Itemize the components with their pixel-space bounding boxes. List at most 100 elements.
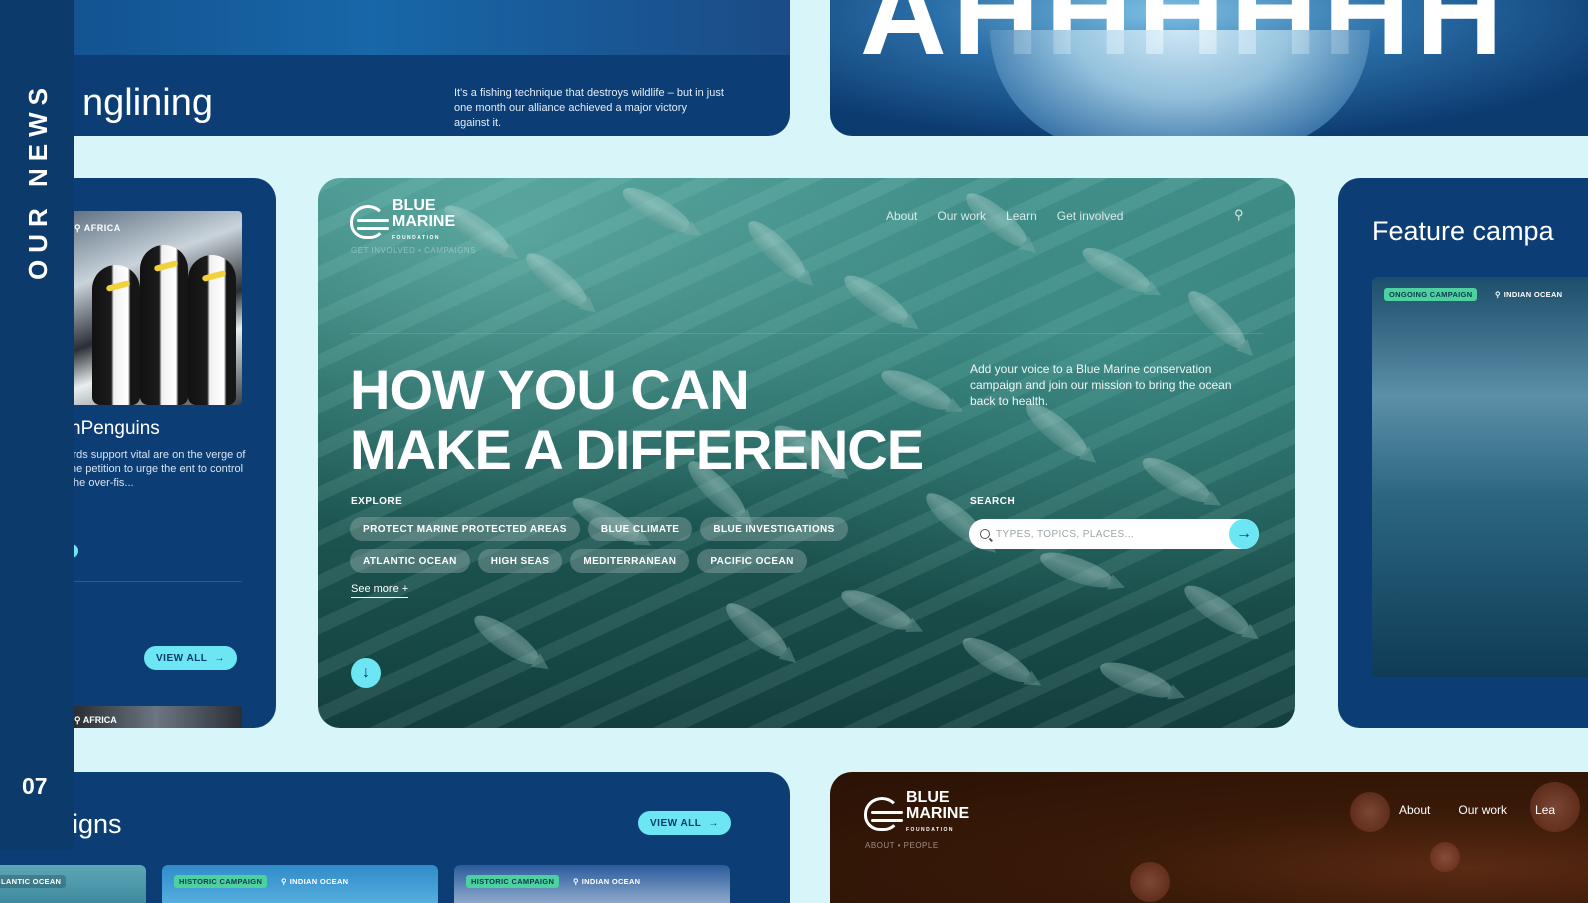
headline-line2: MAKE A DIFFERENCE — [350, 418, 924, 481]
chip-protect-mpas[interactable]: PROTECT MARINE PROTECTED AREAS — [350, 517, 580, 541]
card-heading: nglining — [82, 82, 213, 124]
arrow-right-icon: → — [708, 817, 719, 829]
headline-line1: HOW YOU CAN — [350, 358, 750, 421]
see-more-link[interactable]: See more + — [351, 583, 409, 598]
location-badge: LANTIC OCEAN — [0, 875, 67, 888]
chip-pacific-ocean[interactable]: PACIFIC OCEAN — [697, 549, 807, 573]
section-title: OUR NEWS — [23, 81, 53, 280]
nav-about[interactable]: About — [886, 209, 917, 223]
location-tag: ⚲ AFRICA — [74, 715, 117, 726]
location-badge-label: INDIAN OCEAN — [289, 877, 349, 886]
view-all-label: VIEW ALL — [156, 652, 208, 664]
penguin-figure — [92, 265, 140, 405]
blue-marine-logo[interactable]: BLUE MARINE FOUNDATION — [864, 790, 969, 838]
nav-our-work[interactable]: Our work — [937, 209, 986, 223]
chip-high-seas[interactable]: HIGH SEAS — [477, 549, 563, 573]
chip-atlantic-ocean[interactable]: ATLANTIC OCEAN — [350, 549, 470, 573]
ocean-image[interactable] — [1372, 277, 1588, 677]
page-number: 07 — [22, 773, 48, 799]
search-icon — [980, 529, 990, 539]
logo-wave-icon — [350, 205, 389, 239]
logo-line1: BLUE — [906, 789, 950, 806]
location-tag-label: AFRICA — [83, 223, 121, 233]
penguin-figure — [188, 255, 236, 405]
search-bar: → — [969, 519, 1259, 549]
location-pin-icon: ⚲ — [1495, 290, 1501, 299]
campaigns-list-card: igns VIEW ALL → LANTIC OCEAN HISTORIC CA… — [0, 772, 790, 903]
location-badge-label: INDIAN OCEAN — [1503, 290, 1563, 299]
penguins-photo — [70, 211, 242, 405]
status-badge: ONGOING CAMPAIGN — [1384, 288, 1478, 301]
divider — [350, 333, 1263, 334]
status-badge: HISTORIC CAMPAIGN — [174, 875, 268, 888]
search-icon[interactable]: ⚲ — [1234, 207, 1244, 223]
side-rail: OUR NEWS 07 — [0, 0, 74, 850]
breadcrumb[interactable]: ABOUT • PEOPLE — [865, 841, 939, 850]
logo-subtitle: FOUNDATION — [906, 827, 954, 833]
location-tag: ⚲ AFRICA — [74, 223, 121, 234]
location-pin-icon: ⚲ — [573, 877, 579, 886]
penguin-figure — [140, 245, 188, 405]
nav-our-work[interactable]: Our work — [1458, 803, 1507, 817]
logo-line1: BLUE — [392, 197, 436, 214]
main-nav: About Our work Lea — [1399, 803, 1555, 817]
coral-decoration — [1430, 842, 1460, 872]
location-badge: ⚲ INDIAN OCEAN — [1490, 288, 1567, 301]
intro-text: Add your voice to a Blue Marine conserva… — [970, 362, 1232, 408]
scroll-down-button[interactable]: ↓ — [351, 658, 381, 688]
topic-chips: PROTECT MARINE PROTECTED AREAS BLUE CLIM… — [350, 517, 950, 573]
blue-marine-logo[interactable]: BLUE MARINE FOUNDATION — [350, 198, 455, 246]
breadcrumb[interactable]: GET INVOLVED • CAMPAIGNS — [351, 246, 476, 255]
campaign-thumbnail[interactable]: HISTORIC CAMPAIGN ⚲ INDIAN OCEAN — [162, 865, 438, 903]
logo-wave-icon — [864, 797, 903, 831]
card-excerpt: irds support vital are on the verge of n… — [70, 449, 246, 489]
view-all-label: VIEW ALL — [650, 817, 702, 829]
logo-wordmark: BLUE MARINE FOUNDATION — [906, 790, 969, 838]
location-badge: ⚲ INDIAN OCEAN — [568, 875, 645, 888]
location-pin-icon: ⚲ — [281, 877, 287, 886]
card-title: nPenguins — [70, 418, 160, 439]
location-badge: ⚲ INDIAN OCEAN — [276, 875, 353, 888]
shark-image — [990, 30, 1370, 136]
view-all-button[interactable]: VIEW ALL → — [144, 646, 237, 670]
logo-line2: MARINE — [392, 213, 456, 230]
card-title: Feature campa — [1372, 216, 1554, 246]
nav-learn[interactable]: Lea — [1535, 803, 1555, 817]
main-nav: About Our work Learn Get involved — [886, 209, 1123, 223]
location-tag-label: AFRICA — [82, 715, 117, 725]
coral-decoration — [1350, 792, 1390, 832]
nav-get-involved[interactable]: Get involved — [1057, 209, 1124, 223]
location-badge-label: INDIAN OCEAN — [581, 877, 641, 886]
longlining-news-card[interactable]: nglining It's a fishing technique that d… — [30, 0, 790, 136]
nav-learn[interactable]: Learn — [1006, 209, 1037, 223]
logo-wordmark: BLUE MARINE FOUNDATION — [392, 198, 455, 246]
logo-subtitle: FOUNDATION — [392, 235, 440, 241]
location-pin-icon: ⚲ — [74, 715, 81, 725]
arrow-right-icon: → — [1236, 525, 1252, 542]
explore-label: EXPLORE — [351, 496, 403, 507]
campaigns-hero: BLUE MARINE FOUNDATION GET INVOLVED • CA… — [318, 178, 1295, 728]
status-badge: HISTORIC CAMPAIGN — [466, 875, 560, 888]
people-page-card: BLUE MARINE FOUNDATION ABOUT • PEOPLE Ab… — [830, 772, 1588, 903]
divider — [70, 581, 242, 582]
arrow-down-icon: ↓ — [362, 664, 370, 681]
location-pin-icon: ⚲ — [74, 223, 82, 233]
view-all-button[interactable]: VIEW ALL → — [638, 811, 731, 835]
search-submit-button[interactable]: → — [1229, 519, 1259, 549]
coral-decoration — [1130, 862, 1170, 902]
search-input[interactable] — [996, 528, 1216, 540]
nav-about[interactable]: About — [1399, 803, 1430, 817]
card-title: igns — [72, 809, 122, 839]
search-label: SEARCH — [970, 496, 1016, 507]
logo-line2: MARINE — [906, 805, 970, 822]
feature-campaigns-card[interactable]: Feature campa ONGOING CAMPAIGN ⚲ INDIAN … — [1338, 178, 1588, 728]
arrow-right-icon: → — [214, 652, 225, 664]
card-description: It's a fishing technique that destroys w… — [454, 87, 724, 129]
campaign-thumbnail[interactable]: LANTIC OCEAN — [0, 865, 146, 903]
shark-hero-card[interactable]: AHHHHHH — [830, 0, 1588, 136]
page-headline: HOW YOU CAN MAKE A DIFFERENCE — [350, 358, 924, 481]
chip-mediterranean[interactable]: MEDITERRANEAN — [570, 549, 690, 573]
campaign-thumbnail[interactable]: HISTORIC CAMPAIGN ⚲ INDIAN OCEAN — [454, 865, 730, 903]
chip-blue-climate[interactable]: BLUE CLIMATE — [587, 517, 693, 541]
chip-blue-investigations[interactable]: BLUE INVESTIGATIONS — [700, 517, 848, 541]
